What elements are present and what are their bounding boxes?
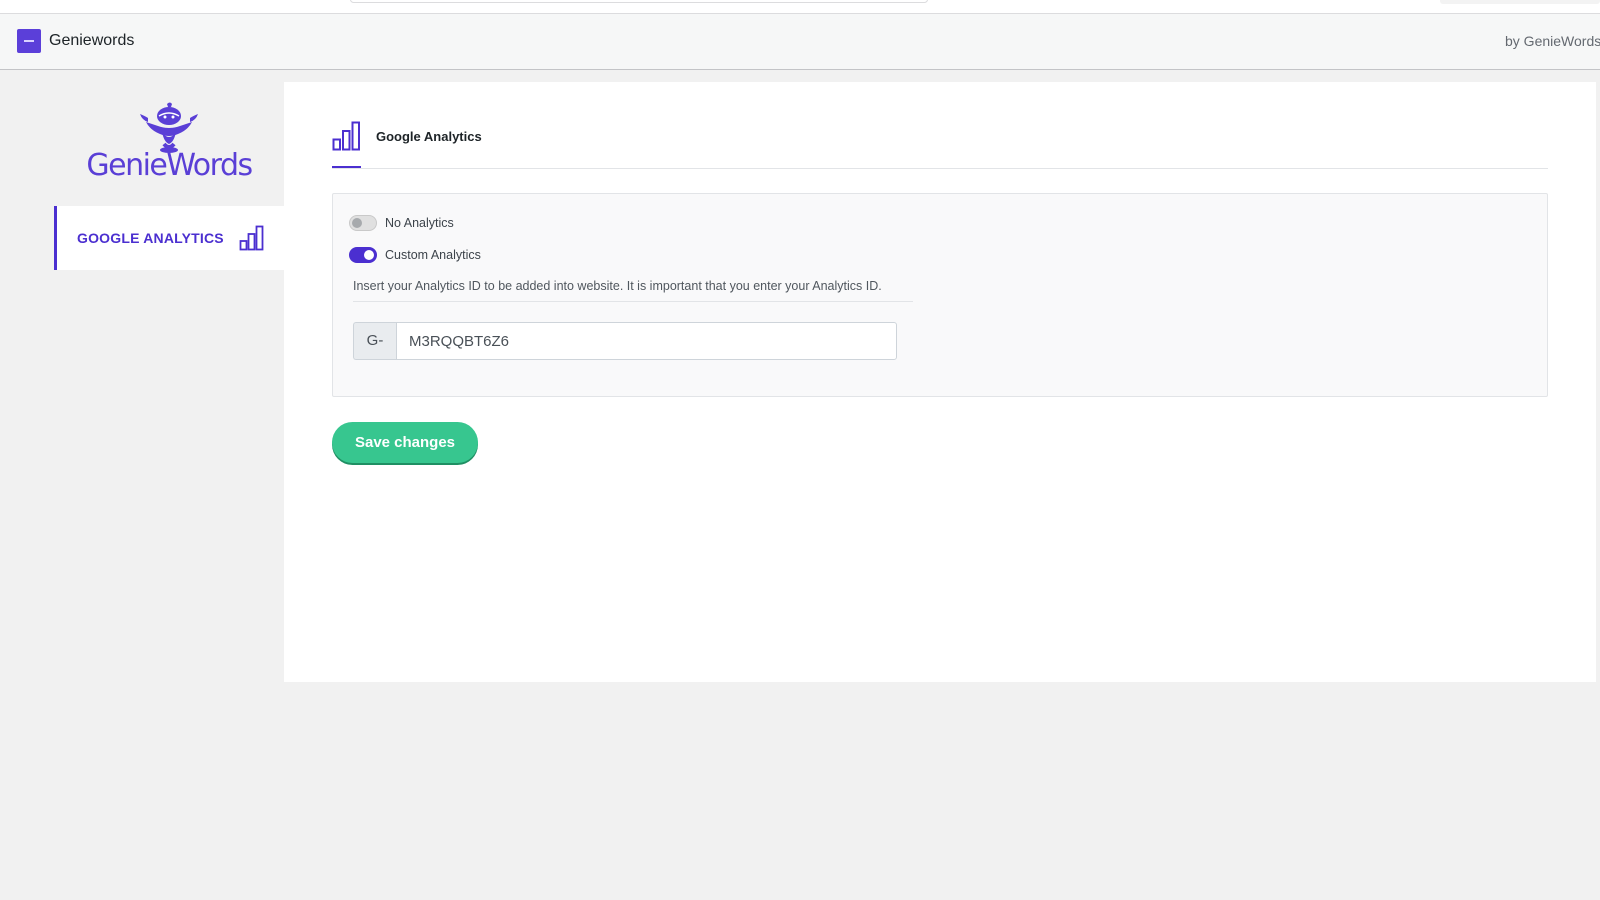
- sidebar-item-label: GOOGLE ANALYTICS: [77, 230, 224, 246]
- tab-google-analytics[interactable]: Google Analytics: [376, 129, 482, 144]
- analytics-id-hint: Insert your Analytics ID to be added int…: [353, 279, 913, 302]
- address-bar[interactable]: [350, 0, 928, 3]
- no-analytics-option[interactable]: No Analytics: [349, 214, 454, 232]
- app-header: Geniewords by GenieWords: [0, 14, 1600, 70]
- sidebar: GenieWords GOOGLE ANALYTICS: [54, 82, 284, 682]
- custom-analytics-option[interactable]: Custom Analytics: [349, 246, 481, 264]
- genie-mascot-icon: [140, 102, 198, 153]
- app-logo-icon: [17, 29, 41, 53]
- brand-logo: GenieWords: [84, 102, 254, 187]
- analytics-id-input[interactable]: [396, 322, 897, 360]
- by-author-text: by GenieWords: [1505, 33, 1600, 49]
- app-title: Geniewords: [49, 32, 135, 49]
- save-changes-button[interactable]: Save changes: [332, 422, 478, 463]
- browser-top-strip: [0, 0, 1600, 14]
- toggle-knob: [364, 250, 374, 260]
- brand-wordmark: GenieWords: [86, 148, 253, 183]
- analytics-id-input-group: G-: [353, 322, 897, 360]
- toolbar-stub: [1440, 0, 1600, 4]
- active-tab-indicator: [332, 166, 361, 168]
- custom-analytics-toggle[interactable]: [349, 247, 377, 263]
- bar-chart-icon[interactable]: [332, 121, 361, 151]
- bar-chart-icon: [239, 225, 264, 251]
- no-analytics-label: No Analytics: [385, 216, 454, 230]
- analytics-settings-panel: No Analytics Custom Analytics Insert you…: [332, 193, 1548, 397]
- no-analytics-toggle[interactable]: [349, 215, 377, 231]
- custom-analytics-label: Custom Analytics: [385, 248, 481, 262]
- main-content: Google Analytics No Analytics Custom Ana…: [284, 82, 1596, 682]
- tab-bar: Google Analytics: [332, 82, 1548, 169]
- sidebar-item-google-analytics[interactable]: GOOGLE ANALYTICS: [54, 206, 284, 270]
- analytics-id-prefix: G-: [353, 322, 396, 360]
- toggle-knob: [352, 218, 362, 228]
